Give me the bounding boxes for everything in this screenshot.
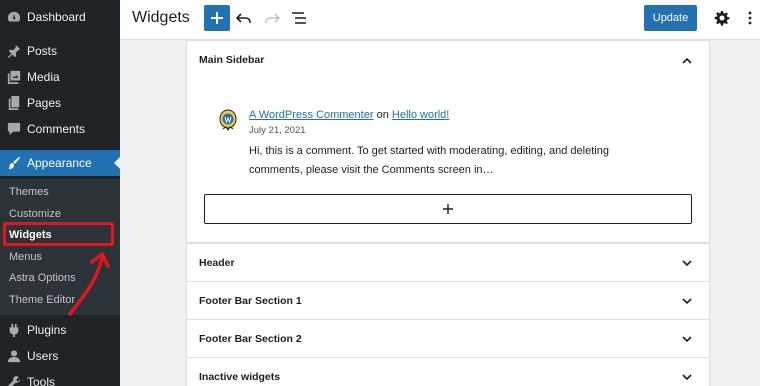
sidebar-item-label: Appearance xyxy=(27,156,92,170)
brush-icon xyxy=(7,156,21,170)
comment-date: July 21, 2021 xyxy=(249,125,306,136)
chevron-down-icon xyxy=(682,298,692,305)
sidebar-item-label: Users xyxy=(27,349,59,363)
widget-area-header[interactable]: Header xyxy=(186,243,710,282)
expand-button[interactable] xyxy=(681,257,693,269)
widget-area-title[interactable]: Main Sidebar xyxy=(199,54,264,66)
undo-icon xyxy=(236,13,251,23)
sidebar-item-label: Tools xyxy=(27,375,56,386)
users-icon xyxy=(7,349,21,363)
widget-area-title: Inactive widgets xyxy=(199,371,281,383)
gear-icon xyxy=(714,11,730,26)
sidebar-item-comments[interactable]: Comments xyxy=(0,116,120,142)
wrench-icon xyxy=(7,375,21,386)
annotation-highlight-box xyxy=(3,222,114,246)
sidebar-item-appearance[interactable]: Appearance xyxy=(0,150,120,176)
sidebar-item-label: Media xyxy=(27,70,60,84)
widget-area-title: Footer Bar Section 1 xyxy=(199,295,302,307)
sidebar-item-label: Pages xyxy=(27,96,62,110)
kebab-menu-icon xyxy=(748,11,752,25)
expand-button[interactable] xyxy=(681,295,693,307)
admin-sidebar: Dashboard Posts Media Pages Comments App… xyxy=(0,0,120,386)
chevron-up-icon xyxy=(682,57,692,64)
widget-area-title: Header xyxy=(199,257,235,269)
sidebar-item-label: Comments xyxy=(27,122,86,136)
editor-toolbar: Widgets Update xyxy=(120,0,760,40)
active-indicator xyxy=(114,157,120,169)
block-appender-button[interactable] xyxy=(204,194,692,224)
comment-excerpt: Hi, this is a comment. To get started wi… xyxy=(249,145,609,176)
comment-on-text: on xyxy=(376,109,389,121)
avatar xyxy=(219,109,237,131)
plus-icon xyxy=(443,204,453,214)
annotation-arrow xyxy=(68,252,110,316)
expand-button[interactable] xyxy=(681,333,693,345)
plus-icon xyxy=(211,12,223,24)
update-button[interactable]: Update xyxy=(644,5,697,31)
sidebar-item-posts[interactable]: Posts xyxy=(0,38,120,64)
redo-icon xyxy=(265,13,280,23)
sidebar-item-dashboard[interactable]: Dashboard xyxy=(0,4,120,30)
comment-post-link[interactable]: Hello world! xyxy=(392,109,449,121)
submenu-item-menus[interactable]: Menus xyxy=(9,248,42,266)
sidebar-item-tools[interactable]: Tools xyxy=(0,369,120,386)
dashboard-icon xyxy=(7,10,21,24)
page-title: Widgets xyxy=(132,9,190,26)
plugin-icon xyxy=(7,323,21,337)
chevron-down-icon xyxy=(682,374,692,381)
sidebar-item-label: Plugins xyxy=(27,323,67,337)
sidebar-item-pages[interactable]: Pages xyxy=(0,90,120,116)
redo-button[interactable] xyxy=(263,9,281,27)
list-view-icon xyxy=(292,12,306,24)
submenu-item-themes[interactable]: Themes xyxy=(9,183,49,201)
list-view-button[interactable] xyxy=(290,9,308,27)
widget-area-title: Footer Bar Section 2 xyxy=(199,333,302,345)
pages-icon xyxy=(7,96,21,110)
pin-icon xyxy=(7,44,21,58)
chevron-down-icon xyxy=(682,336,692,343)
submenu-item-customize[interactable]: Customize xyxy=(9,205,61,223)
settings-button[interactable] xyxy=(713,9,731,27)
expand-button[interactable] xyxy=(681,371,693,383)
sidebar-item-label: Dashboard xyxy=(27,10,86,24)
more-options-button[interactable] xyxy=(741,9,759,27)
widget-area-footer-1[interactable]: Footer Bar Section 1 xyxy=(186,281,710,320)
sidebar-item-plugins[interactable]: Plugins xyxy=(0,317,120,343)
widget-area-inactive[interactable]: Inactive widgets xyxy=(186,357,710,386)
sidebar-item-label: Posts xyxy=(27,44,58,58)
chevron-down-icon xyxy=(682,260,692,267)
comment-header: A WordPress Commenter on Hello world! xyxy=(249,109,449,121)
collapse-button[interactable] xyxy=(681,55,693,67)
comment-icon xyxy=(7,122,21,136)
media-icon xyxy=(7,70,21,84)
comment-author-link[interactable]: A WordPress Commenter xyxy=(249,109,374,121)
add-block-button[interactable] xyxy=(204,5,230,31)
sidebar-item-users[interactable]: Users xyxy=(0,343,120,369)
sidebar-item-media[interactable]: Media xyxy=(0,64,120,90)
widget-area-footer-2[interactable]: Footer Bar Section 2 xyxy=(186,319,710,358)
undo-button[interactable] xyxy=(235,9,253,27)
